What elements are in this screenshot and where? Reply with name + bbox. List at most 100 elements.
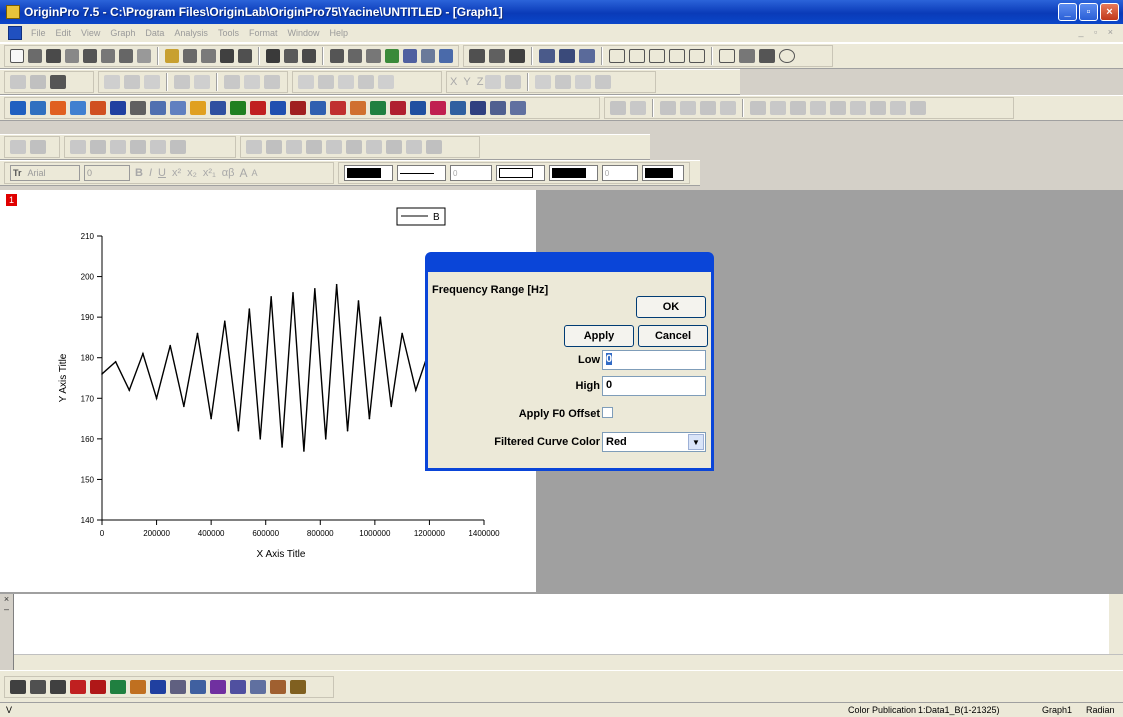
target-icon[interactable] (170, 679, 186, 694)
dropdown-arrow-icon[interactable]: ▼ (688, 434, 704, 450)
align-icon[interactable] (150, 140, 166, 154)
plot-double-y-icon[interactable] (450, 101, 466, 115)
contour-icon[interactable] (850, 101, 866, 115)
minimize-button[interactable]: _ (1058, 3, 1077, 21)
bar-chart-icon[interactable] (70, 679, 86, 694)
command-window-icon[interactable] (438, 49, 454, 63)
worksheet-view-icon[interactable] (509, 49, 525, 63)
set-column-values-icon[interactable] (104, 75, 120, 89)
menu-tools[interactable]: Tools (213, 28, 244, 38)
plot-column-icon[interactable] (224, 75, 240, 89)
layer-properties-icon[interactable] (489, 49, 505, 63)
plot-panel-icon[interactable] (490, 101, 506, 115)
plot-pie-icon[interactable] (310, 101, 326, 115)
new-matrix-icon[interactable] (64, 49, 79, 63)
column-view-icon[interactable] (739, 49, 755, 63)
align-right-icon[interactable] (266, 140, 282, 154)
duplicate-icon[interactable] (366, 49, 381, 63)
column-stats-icon[interactable] (174, 75, 190, 89)
line-style-select[interactable] (396, 165, 446, 181)
code-builder-icon[interactable] (420, 49, 435, 63)
new-layout-icon[interactable] (100, 49, 115, 63)
go-prev-icon[interactable] (555, 75, 572, 89)
new-function-icon[interactable] (82, 49, 97, 63)
shape-tool-icon[interactable] (190, 679, 206, 694)
align-top-icon[interactable] (286, 140, 302, 154)
underline-button[interactable]: U (158, 167, 166, 179)
import-multiple-icon[interactable] (283, 49, 299, 63)
superscript-icon[interactable]: x² (172, 167, 181, 179)
offset-checkbox[interactable] (602, 407, 613, 418)
set-z-icon[interactable]: Z (477, 76, 484, 88)
vector-tool-icon[interactable] (230, 679, 246, 694)
menu-window[interactable]: Window (282, 28, 324, 38)
3d-scatter-icon[interactable] (680, 101, 696, 115)
3d-color-fill-icon[interactable] (770, 101, 786, 115)
align-bottom-icon[interactable] (306, 140, 322, 154)
line-tool-icon[interactable] (30, 679, 46, 694)
plot-waterfall-icon[interactable] (510, 101, 526, 115)
curve-color-select[interactable]: Red ▼ (602, 432, 706, 452)
align-center-icon[interactable] (326, 140, 342, 154)
plot-line-icon[interactable] (10, 101, 26, 115)
plot-box-icon[interactable] (410, 101, 426, 115)
same-height-icon[interactable] (386, 140, 402, 154)
menu-analysis[interactable]: Analysis (169, 28, 213, 38)
pattern-width-select[interactable]: 0 (601, 165, 639, 181)
italic-button[interactable]: I (149, 167, 152, 179)
project-explorer-icon[interactable] (384, 49, 399, 63)
print-icon[interactable] (330, 49, 345, 63)
low-input[interactable]: 0 (602, 350, 706, 370)
rotate-icon[interactable] (406, 140, 422, 154)
layer-box-icon[interactable] (629, 49, 645, 63)
bring-front-icon[interactable] (110, 140, 126, 154)
save-template-icon[interactable] (237, 49, 252, 63)
plot-stack-column-icon[interactable] (270, 101, 286, 115)
set-label-icon[interactable] (505, 75, 522, 89)
3d-surface-icon[interactable] (610, 101, 626, 115)
align-middle-icon[interactable] (346, 140, 362, 154)
layer-top-icon[interactable] (689, 49, 705, 63)
region-tool-icon[interactable] (270, 679, 286, 694)
script-window[interactable]: × – (0, 592, 1123, 670)
new-notes-icon[interactable] (137, 49, 152, 63)
mountain-chart-icon[interactable] (130, 679, 146, 694)
open-template-icon[interactable] (183, 49, 198, 63)
cancel-button[interactable]: Cancel (638, 325, 708, 347)
column-chart-icon[interactable] (90, 679, 106, 694)
new-worksheet-icon[interactable] (28, 49, 43, 63)
ungroup-icon[interactable] (90, 140, 106, 154)
contour-gray-icon[interactable] (870, 101, 886, 115)
refresh-icon[interactable] (348, 49, 363, 63)
menu-data[interactable]: Data (140, 28, 169, 38)
plot-floating-icon[interactable] (290, 101, 306, 115)
add-new-columns-icon[interactable] (469, 49, 485, 63)
plot-scatter-icon[interactable] (30, 101, 46, 115)
set-error-icon[interactable] (485, 75, 502, 89)
plot-ternary-icon[interactable] (350, 101, 366, 115)
vertical-scrollbar[interactable] (1109, 594, 1123, 654)
script-window-controls[interactable]: × – (0, 594, 14, 670)
same-width-icon[interactable] (366, 140, 382, 154)
menu-view[interactable]: View (76, 28, 105, 38)
plot-stack-icon[interactable] (470, 101, 486, 115)
arrange-layers-icon[interactable] (539, 49, 555, 63)
new-graph-icon[interactable] (46, 49, 61, 63)
3d-bar-icon[interactable] (660, 101, 676, 115)
row-stats-icon[interactable] (194, 75, 210, 89)
decrease-font-button[interactable]: A (252, 168, 258, 178)
arrow-end-icon[interactable] (358, 75, 374, 89)
sphere-icon[interactable] (210, 679, 226, 694)
bold-button[interactable]: B (135, 167, 143, 179)
image-profile-icon[interactable] (910, 101, 926, 115)
3d-xy-wall-icon[interactable] (790, 101, 806, 115)
pointer-icon[interactable] (10, 679, 26, 694)
set-y-icon[interactable]: Y (463, 76, 470, 88)
line-width-select[interactable]: 0 (449, 165, 492, 181)
new-project-icon[interactable] (10, 49, 25, 63)
distribute-icon[interactable] (170, 140, 186, 154)
fill-color-select[interactable] (548, 165, 598, 181)
move-left-icon[interactable] (318, 75, 334, 89)
plot-area-icon[interactable] (130, 101, 146, 115)
plot-hilo-icon[interactable] (170, 101, 186, 115)
